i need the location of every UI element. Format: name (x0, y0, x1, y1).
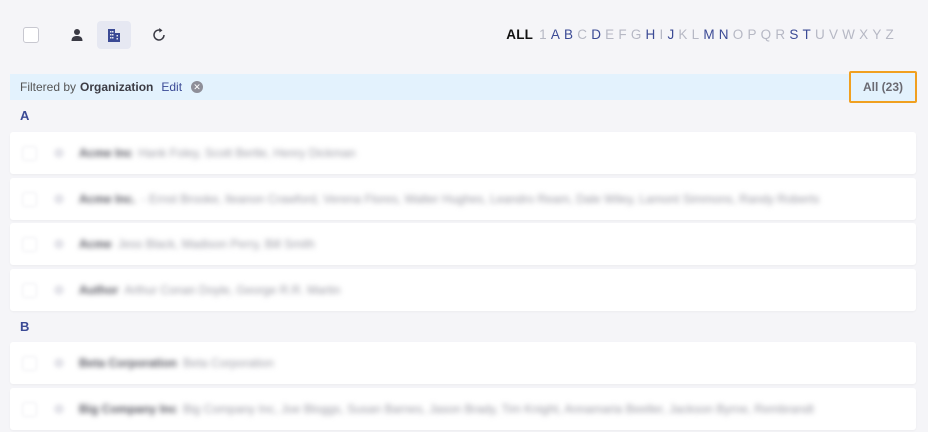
row-name: Acme Inc. (79, 192, 136, 206)
person-icon (71, 29, 83, 41)
alpha-letter-z: Z (885, 27, 894, 42)
list-item[interactable]: Big Company Inc Big Company Inc, Joe Blog… (10, 388, 916, 430)
row-name: Acme (79, 237, 112, 251)
alpha-letter-r: R (775, 27, 786, 42)
alpha-letter-y: Y (872, 27, 882, 42)
alpha-letter-w: W (842, 27, 856, 42)
row-checkbox[interactable] (22, 355, 37, 371)
organization-icon (54, 404, 64, 414)
alpha-letter-d[interactable]: D (591, 27, 601, 45)
row-members: Jess Black, Madison Perry, Bill Smith (117, 237, 315, 251)
list-item[interactable]: Author Arthur Conan Doyle, George R.R. Ma… (10, 269, 916, 311)
row-members: - Ernst Brooke, Ileanon Crawford, Verena… (141, 192, 820, 206)
row-name: Author (79, 283, 119, 297)
alpha-letter-i: I (659, 27, 664, 42)
alphabet-filter: ALL 1ABCDEFGHIJKLMNOPQRSTUVWXYZ (502, 27, 894, 45)
alpha-letter-b[interactable]: B (564, 27, 573, 45)
alpha-letter-p: P (747, 27, 757, 42)
alpha-letter-o: O (732, 27, 744, 42)
alpha-letter-a[interactable]: A (551, 27, 560, 45)
alpha-letter-n[interactable]: N (719, 27, 729, 45)
alpha-letter-v: V (828, 27, 839, 42)
section-letter-b: B (20, 319, 30, 334)
alpha-letter-u: U (814, 27, 825, 42)
organization-icon (54, 285, 64, 295)
filter-edit-link[interactable]: Edit (161, 80, 182, 94)
clear-filter-icon[interactable]: ✕ (191, 81, 204, 93)
filter-bar: Filtered by Organization Edit ✕ (10, 74, 916, 100)
alpha-letter-t[interactable]: T (803, 27, 811, 45)
result-count-button[interactable]: All (23) (849, 71, 917, 103)
row-checkbox[interactable] (22, 401, 37, 417)
list-item[interactable]: Acme Inc. - Ernst Brooke, Ileanon Crawfor… (10, 178, 916, 220)
alpha-letter-1: 1 (539, 27, 547, 42)
row-checkbox[interactable] (22, 282, 37, 298)
row-checkbox[interactable] (22, 191, 37, 207)
refresh-button[interactable] (142, 21, 176, 49)
row-name: Big Company Inc (79, 402, 178, 416)
alpha-letter-m[interactable]: M (703, 27, 714, 45)
alpha-all[interactable]: ALL (506, 27, 533, 45)
building-icon (108, 29, 120, 42)
list-item[interactable]: Acme Inc Hank Foley, Scott Bertle, Henry … (10, 132, 916, 174)
organization-icon (54, 239, 64, 249)
organization-icon (54, 358, 64, 368)
alpha-letter-x: X (859, 27, 869, 42)
select-all-checkbox[interactable] (23, 27, 39, 43)
people-view-button[interactable] (60, 21, 94, 49)
filter-field: Organization (80, 80, 154, 94)
organization-view-button[interactable] (97, 21, 131, 49)
alpha-letter-c: C (577, 27, 588, 42)
alpha-letter-f: F (618, 27, 627, 42)
alpha-letter-s[interactable]: S (789, 27, 798, 45)
toolbar: ALL 1ABCDEFGHIJKLMNOPQRSTUVWXYZ (0, 0, 928, 70)
alpha-letter-k: K (678, 27, 688, 42)
alpha-letter-g: G (630, 27, 642, 42)
alpha-letter-h[interactable]: H (646, 27, 656, 45)
organization-icon (54, 194, 64, 204)
row-checkbox[interactable] (22, 236, 37, 252)
alpha-letter-q: Q (760, 27, 772, 42)
list-item[interactable]: Acme Jess Black, Madison Perry, Bill Smit… (10, 223, 916, 265)
row-members: Beta Corporation (183, 356, 274, 370)
alpha-letter-j[interactable]: J (667, 27, 674, 45)
row-members: Arthur Conan Doyle, George R.R. Martin (124, 283, 341, 297)
list-item[interactable]: Beta Corporation Beta Corporation (10, 342, 916, 384)
alpha-letter-l: L (691, 27, 700, 42)
row-members: Big Company Inc, Joe Bloggs, Susan Barne… (183, 402, 814, 416)
row-checkbox[interactable] (22, 145, 37, 161)
refresh-icon (153, 28, 165, 41)
filter-prefix: Filtered by (20, 80, 77, 94)
organization-icon (54, 148, 64, 158)
row-name: Beta Corporation (79, 356, 178, 370)
section-letter-a: A (20, 108, 30, 123)
alpha-letter-e: E (605, 27, 615, 42)
row-members: Hank Foley, Scott Bertle, Henry Dickman (138, 146, 356, 160)
row-name: Acme Inc (79, 146, 133, 160)
